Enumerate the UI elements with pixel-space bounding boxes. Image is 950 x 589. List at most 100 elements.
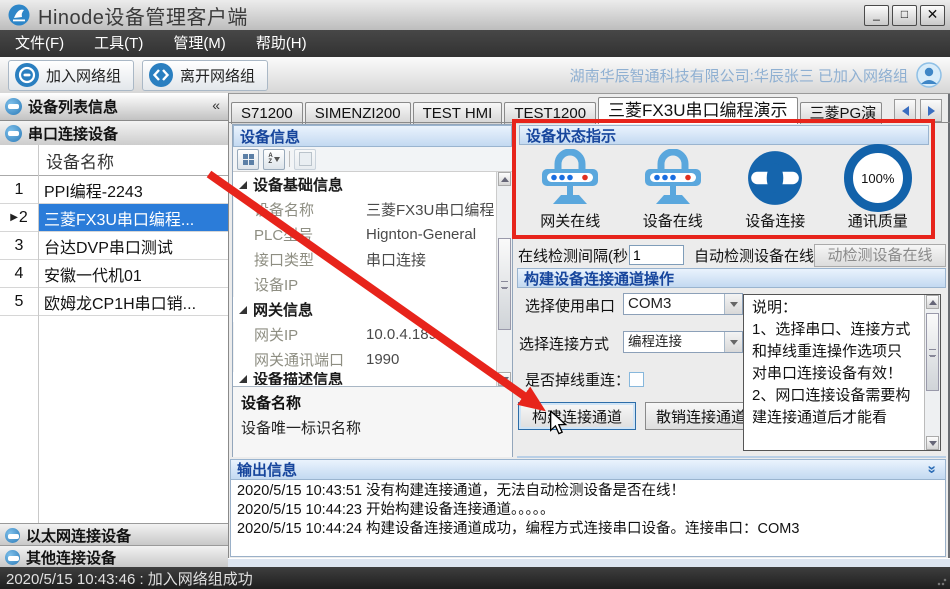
status-bar-text: 2020/5/15 10:43:46 : 加入网络组成功 [6, 568, 253, 589]
maximize-button[interactable]: □ [892, 5, 917, 26]
tab-mitsubishi-fx3u-active[interactable]: 三菱FX3U串口编程演示 [598, 97, 797, 124]
other-devices-section[interactable]: 其他连接设备 [0, 545, 228, 568]
tabs-baseline [228, 122, 950, 123]
device-info-panel: 设备信息 AZ 设备基础信息 设备名称三菱FX3U串口编程 PLC型号Hignt… [232, 124, 513, 457]
property-row[interactable]: PLC型号Hignton-General [233, 222, 497, 247]
collapse-triangle-icon [239, 306, 247, 314]
scroll-up-arrow[interactable] [926, 295, 939, 309]
instructions-scrollbar[interactable] [924, 295, 940, 450]
note-item-1: 1、选择串口、连接方式和掉线重连操作选项只对串口连接设备有效！ [752, 319, 912, 385]
property-grid-scrollbar[interactable] [496, 172, 512, 386]
destroy-channel-button[interactable]: 散销连接通道 [645, 402, 757, 430]
property-row[interactable]: 设备IP [233, 272, 497, 297]
tab-simenzi200[interactable]: SIMENZI200 [305, 102, 411, 124]
connect-mode-value: 编程连接 [624, 332, 724, 352]
device-list-icon [5, 98, 22, 115]
menu-bar: 文件(F) 工具(T) 管理(M) 帮助(H) [0, 30, 950, 57]
reconnect-checkbox[interactable] [629, 372, 644, 387]
device-row-selected[interactable]: ▶2 三菱FX3U串口编程... [0, 204, 228, 232]
gateway-online-icon [538, 149, 602, 207]
build-channel-button[interactable]: 构建连接通道 [518, 402, 636, 430]
device-row-name[interactable]: 欧姆龙CP1H串口销... [38, 288, 228, 315]
scroll-down-arrow[interactable] [926, 436, 939, 450]
property-pages-icon [299, 152, 312, 166]
channel-panel-body: 选择使用串口 COM3 选择连接方式 编程连接 是否掉线重连： 构建连接通道 散… [517, 288, 946, 458]
join-network-button[interactable]: 加入网络组 [8, 60, 134, 91]
mode-select-label: 选择连接方式 [519, 333, 609, 354]
interval-input[interactable] [629, 245, 684, 265]
tab-scroll-left-button[interactable] [894, 99, 916, 122]
menu-file[interactable]: 文件(F) [0, 30, 79, 57]
property-description-area: 设备名称 设备唯一标识名称 [233, 387, 512, 457]
menu-help[interactable]: 帮助(H) [241, 30, 322, 57]
auto-detect-button-disabled: 动检测设备在线 [814, 244, 946, 267]
device-row-name[interactable]: 三菱FX3U串口编程... [38, 204, 228, 231]
resize-grip[interactable] [937, 576, 947, 586]
sidebar-collapse-icon[interactable]: « [212, 97, 220, 113]
description-title: 设备名称 [241, 392, 504, 413]
connect-mode-combobox[interactable]: 编程连接 [623, 331, 743, 353]
status-indicators: 网关在线 设备在线 [519, 147, 929, 240]
combo-dropdown-button[interactable] [724, 332, 742, 352]
reconnect-row: 是否掉线重连： [525, 369, 630, 390]
property-row[interactable]: 网关通讯端口1990 [233, 347, 497, 372]
window-title: Hinode设备管理客户端 [38, 1, 248, 30]
property-row[interactable]: 网关IP10.0.4.189 [233, 322, 497, 347]
combo-dropdown-button[interactable] [724, 294, 742, 314]
tab-scroll-right-button[interactable] [920, 99, 942, 122]
instructions-box: 说明： 1、选择串口、连接方式和掉线重连操作选项只对串口连接设备有效！ 2、网口… [743, 294, 941, 451]
device-row-name[interactable]: 安徽一代机01 [38, 260, 228, 287]
device-row-name[interactable]: 台达DVP串口测试 [38, 232, 228, 259]
property-grid: 设备基础信息 设备名称三菱FX3U串口编程 PLC型号Hignton-Gener… [233, 172, 512, 387]
device-list-sidebar: 设备列表信息 « 串口连接设备 设备名称 1 PPI编程-2243 ▶2 三菱F… [0, 93, 229, 567]
status-panel-header: 设备状态指示 [519, 125, 929, 145]
serial-section-label: 串口连接设备 [28, 123, 118, 144]
minimize-button[interactable]: _ [864, 5, 889, 26]
device-row[interactable]: 4 安徽一代机01 [0, 260, 228, 288]
scroll-up-arrow[interactable] [498, 172, 511, 186]
tab-mitsubishi-pg[interactable]: 三菱PG演 [800, 102, 882, 124]
ethernet-section-label: 以太网连接设备 [26, 525, 131, 546]
serial-devices-section[interactable]: 串口连接设备 [0, 121, 228, 147]
ethernet-devices-section[interactable]: 以太网连接设备 [0, 523, 228, 546]
device-row[interactable]: 3 台达DVP串口测试 [0, 232, 228, 260]
category-device-description-clipped[interactable]: 设备描述信息 [233, 372, 497, 385]
serial-port-value: COM3 [624, 294, 724, 314]
menu-manage[interactable]: 管理(M) [158, 30, 241, 57]
menu-tools[interactable]: 工具(T) [79, 30, 158, 57]
scroll-down-arrow[interactable] [498, 372, 511, 386]
leave-network-button[interactable]: 离开网络组 [142, 60, 268, 91]
table-column-divider [38, 145, 39, 523]
user-avatar-icon[interactable] [916, 62, 942, 88]
collapse-triangle-icon [239, 181, 247, 189]
az-sort-icon: AZ [268, 153, 279, 165]
device-row[interactable]: 5 欧姆龙CP1H串口销... [0, 288, 228, 316]
device-row[interactable]: 1 PPI编程-2243 [0, 176, 228, 204]
property-row[interactable]: 接口类型串口连接 [233, 247, 497, 272]
interval-label: 在线检测间隔(秒 [518, 245, 628, 266]
categorized-view-button[interactable] [237, 149, 259, 170]
device-name-column-header: 设备名称 [46, 148, 114, 173]
device-row-name[interactable]: PPI编程-2243 [38, 176, 228, 203]
scrollbar-thumb[interactable] [926, 313, 939, 391]
output-collapse-icon[interactable]: « [922, 465, 939, 473]
device-row-number: 1 [0, 176, 38, 203]
device-row-number: ▶2 [0, 204, 38, 231]
serial-port-combobox[interactable]: COM3 [623, 293, 743, 315]
tab-test1200[interactable]: TEST1200 [504, 102, 596, 124]
tab-test-hmi[interactable]: TEST HMI [413, 102, 503, 124]
indicator-comm-quality: 100% 通讯质量 [830, 147, 926, 231]
tab-s71200[interactable]: S71200 [231, 102, 303, 124]
indicator-device-connect: 设备连接 [727, 147, 823, 231]
category-device-basic-info[interactable]: 设备基础信息 [233, 172, 497, 197]
serial-select-label: 选择使用串口 [525, 295, 615, 316]
other-section-label: 其他连接设备 [26, 547, 116, 568]
scrollbar-thumb[interactable] [498, 238, 511, 330]
category-gateway-info[interactable]: 网关信息 [233, 297, 497, 322]
close-button[interactable]: ✕ [920, 5, 945, 26]
alphabetical-sort-button[interactable]: AZ [263, 149, 285, 170]
property-row[interactable]: 设备名称三菱FX3U串口编程 [233, 197, 497, 222]
sidebar-header: 设备列表信息 « [0, 93, 228, 121]
output-log-area: 2020/5/15 10:43:51 没有构建连接通道，无法自动检测设备是否在线… [230, 480, 946, 557]
device-tabs: S71200 SIMENZI200 TEST HMI TEST1200 三菱FX… [231, 95, 903, 124]
